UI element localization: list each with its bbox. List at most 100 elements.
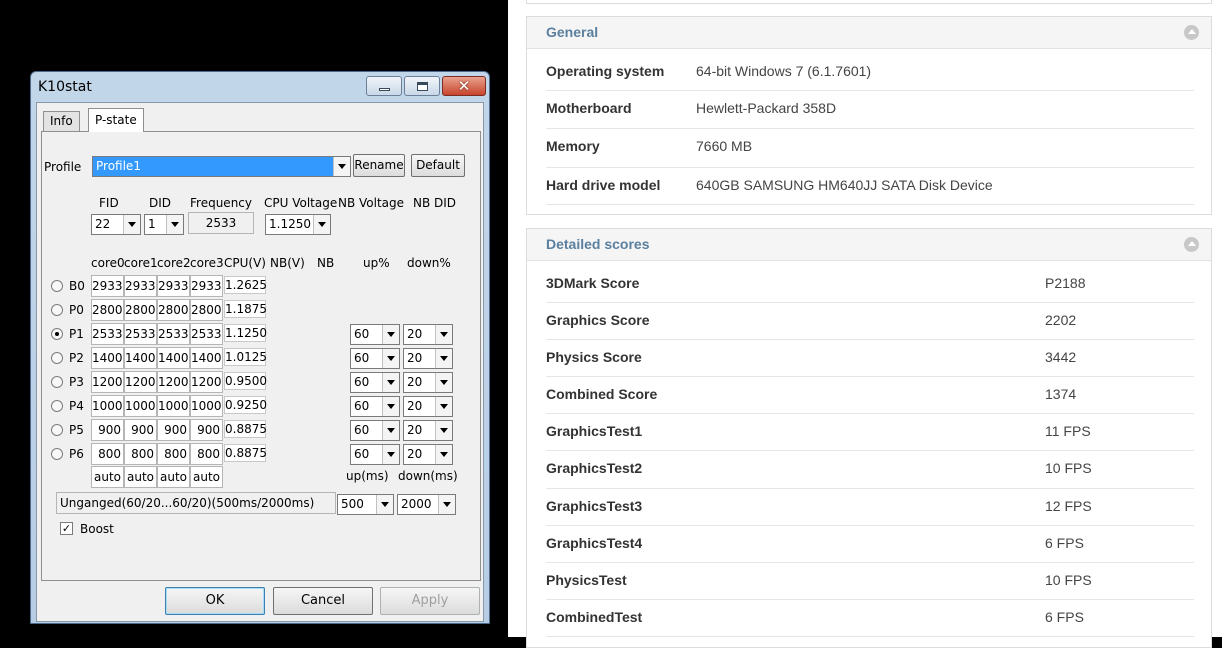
core1-frequency-cell[interactable]: 1000 [124, 395, 157, 417]
p-state-radio-p1[interactable] [51, 328, 63, 340]
up-pct-select[interactable]: 60 [350, 348, 400, 369]
core2-frequency-cell[interactable]: 1400 [157, 347, 190, 369]
down-pct-select[interactable]: 20 [403, 420, 453, 441]
p-state-radio-b0[interactable] [51, 280, 63, 292]
core3-frequency-cell[interactable]: 800 [190, 443, 223, 465]
collapse-icon[interactable] [1184, 237, 1199, 252]
did-select[interactable]: 1 [144, 214, 184, 235]
core3-frequency-cell[interactable]: 1200 [190, 371, 223, 393]
core2-frequency-cell[interactable]: 800 [157, 443, 190, 465]
up-pct-select[interactable]: 60 [350, 372, 400, 393]
core0-frequency-cell[interactable]: 2933 [91, 275, 124, 297]
collapse-icon[interactable] [1184, 25, 1199, 40]
info-row-value: 6 FPS [1045, 535, 1084, 551]
core1-frequency-cell[interactable]: 1200 [124, 371, 157, 393]
info-row-value: 64-bit Windows 7 (6.1.7601) [696, 63, 872, 79]
cpu-voltage-cell[interactable]: 1.0125 [224, 348, 267, 366]
p-state-label: P3 [69, 375, 84, 389]
cpu-voltage-select[interactable]: 1.1250 [265, 214, 331, 235]
down-pct-select[interactable]: 20 [403, 324, 453, 345]
core2-frequency-cell[interactable]: 900 [157, 419, 190, 441]
core1-frequency-cell[interactable]: 1400 [124, 347, 157, 369]
down-pct-select[interactable]: 20 [403, 348, 453, 369]
core1-frequency-cell[interactable]: 2800 [124, 299, 157, 321]
cpu-voltage-cell[interactable]: 0.9250 [224, 396, 267, 414]
core3-frequency-cell[interactable]: 900 [190, 419, 223, 441]
core2-frequency-cell[interactable]: 1000 [157, 395, 190, 417]
down-pct-select[interactable]: 20 [403, 396, 453, 417]
core3-frequency-cell[interactable]: 2800 [190, 299, 223, 321]
core2-frequency-cell[interactable]: 1200 [157, 371, 190, 393]
p-state-radio-p6[interactable] [51, 448, 63, 460]
core0-auto-field[interactable]: auto [91, 466, 124, 488]
up-ms-select[interactable]: 500 [337, 494, 394, 515]
cancel-button[interactable]: Cancel [273, 587, 373, 615]
info-row: Physics Score 3442 [546, 340, 1194, 377]
p-state-radio-p4[interactable] [51, 400, 63, 412]
close-button[interactable]: ✕ [442, 76, 486, 96]
up-pct-select[interactable]: 60 [350, 444, 400, 465]
info-row-value: 10 FPS [1045, 572, 1092, 588]
profile-select[interactable]: Profile1 [92, 156, 351, 177]
core0-frequency-cell[interactable]: 1000 [91, 395, 124, 417]
apply-button[interactable]: Apply [380, 587, 480, 615]
detailed-scores-header[interactable]: Detailed scores [527, 229, 1211, 261]
p-state-radio-p3[interactable] [51, 376, 63, 388]
chevron-down-icon [435, 349, 452, 368]
core0-frequency-cell[interactable]: 2800 [91, 299, 124, 321]
p-state-radio-p5[interactable] [51, 424, 63, 436]
core2-frequency-cell[interactable]: 2533 [157, 323, 190, 345]
cpu-voltage-cell[interactable]: 1.1250 [224, 324, 267, 342]
core1-frequency-cell[interactable]: 800 [124, 443, 157, 465]
core0-frequency-cell[interactable]: 1200 [91, 371, 124, 393]
core2-frequency-cell[interactable]: 2933 [157, 275, 190, 297]
cpu-voltage-cell[interactable]: 0.8875 [224, 444, 267, 462]
cpu-voltage-cell[interactable]: 0.9500 [224, 372, 267, 390]
core3-frequency-cell[interactable]: 2933 [190, 275, 223, 297]
p-state-radio-p0[interactable] [51, 304, 63, 316]
detailed-scores-title: Detailed scores [546, 236, 650, 252]
col-header-nb: NB [317, 256, 335, 270]
info-row: GraphicsTest3 12 FPS [546, 489, 1194, 526]
core3-auto-field[interactable]: auto [190, 466, 223, 488]
down-pct-value: 20 [407, 327, 423, 341]
default-button[interactable]: Default [411, 154, 465, 177]
cpu-voltage-cell[interactable]: 0.8875 [224, 420, 267, 438]
cpu-voltage-cell[interactable]: 1.1875 [224, 300, 267, 318]
info-row: CombinedTest 6 FPS [546, 600, 1194, 637]
core1-frequency-cell[interactable]: 2933 [124, 275, 157, 297]
tab-info[interactable]: Info [43, 111, 80, 131]
rename-button[interactable]: Rename [353, 154, 405, 177]
core3-frequency-cell[interactable]: 1000 [190, 395, 223, 417]
boost-checkbox[interactable]: ✓ [60, 522, 73, 535]
maximize-button[interactable] [404, 76, 440, 96]
core3-frequency-cell[interactable]: 1400 [190, 347, 223, 369]
k10stat-window: K10stat ✕ Info P-state Profile Profile1 … [30, 71, 490, 624]
core0-frequency-cell[interactable]: 1400 [91, 347, 124, 369]
core1-auto-field[interactable]: auto [124, 466, 157, 488]
down-ms-select[interactable]: 2000 [397, 494, 456, 515]
down-pct-select[interactable]: 20 [403, 372, 453, 393]
ok-button[interactable]: OK [165, 587, 265, 615]
core1-frequency-cell[interactable]: 900 [124, 419, 157, 441]
core0-frequency-cell[interactable]: 900 [91, 419, 124, 441]
tab-p-state[interactable]: P-state [88, 108, 144, 132]
core0-frequency-cell[interactable]: 2533 [91, 323, 124, 345]
minimize-button[interactable] [366, 76, 402, 96]
up-pct-select[interactable]: 60 [350, 396, 400, 417]
general-card-header[interactable]: General [527, 17, 1211, 49]
cpu-voltage-cell[interactable]: 1.2625 [224, 276, 267, 294]
core3-frequency-cell[interactable]: 2533 [190, 323, 223, 345]
up-pct-select[interactable]: 60 [350, 420, 400, 441]
core2-frequency-cell[interactable]: 2800 [157, 299, 190, 321]
core0-frequency-cell[interactable]: 800 [91, 443, 124, 465]
fid-select[interactable]: 22 [91, 214, 141, 235]
p-state-radio-p2[interactable] [51, 352, 63, 364]
down-pct-select[interactable]: 20 [403, 444, 453, 465]
col-header-core1: core1 [124, 256, 158, 270]
core1-frequency-cell[interactable]: 2533 [124, 323, 157, 345]
up-pct-select[interactable]: 60 [350, 324, 400, 345]
info-row-label: Graphics Score [546, 312, 650, 328]
fid-select-value: 22 [95, 217, 111, 231]
core2-auto-field[interactable]: auto [157, 466, 190, 488]
